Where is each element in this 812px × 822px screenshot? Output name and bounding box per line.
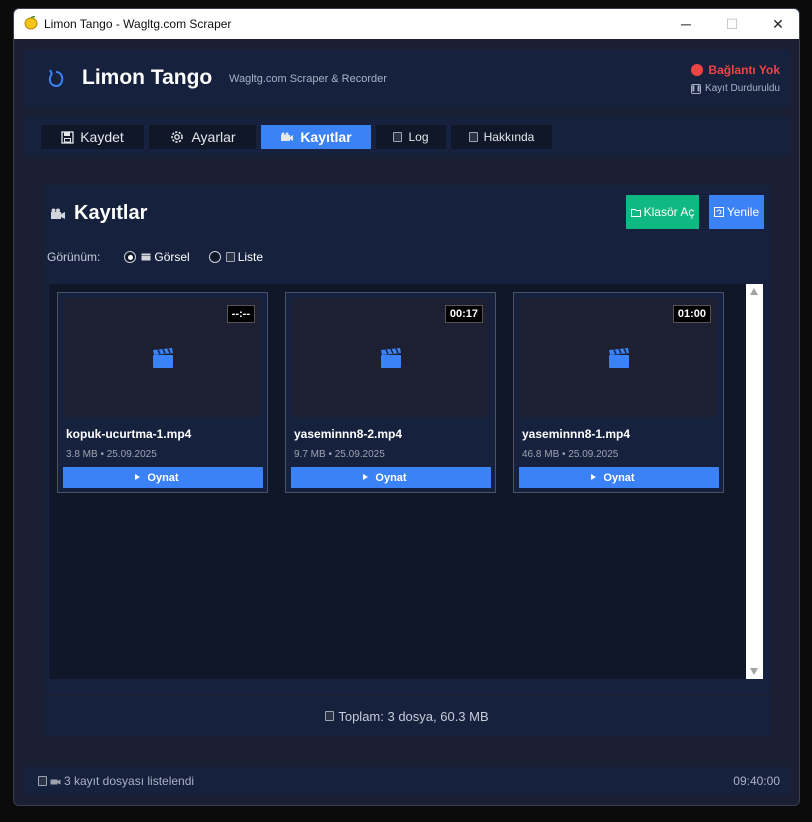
video-camera-icon: [51, 208, 65, 219]
red-dot-icon: [691, 64, 704, 76]
file-name: yaseminnn8-1.mp4: [522, 427, 631, 441]
list-document-icon: [225, 252, 235, 262]
file-meta: 9.7 MB • 25.09.2025: [294, 449, 385, 460]
recording-card[interactable]: 00:17 yaseminnn8-2.mp4 9.7 MB • 25.09.20…: [285, 292, 496, 493]
tab-label: Kayıtlar: [300, 129, 352, 145]
recordings-panel: Kayıtlar Klasör Aç Yenile Görünüm: Görse…: [44, 185, 770, 694]
gear-icon: [171, 131, 184, 143]
video-thumbnail[interactable]: 01:00: [520, 298, 717, 417]
video-camera-icon: [281, 132, 294, 141]
lemon-logo-icon: [48, 69, 64, 87]
duration-badge: 01:00: [672, 305, 711, 323]
connection-status-text: Bağlantı Yok: [708, 63, 780, 77]
file-meta: 46.8 MB • 25.09.2025: [522, 449, 619, 460]
view-option-gorsel[interactable]: Görsel: [124, 250, 190, 264]
app-header: Limon Tango Wagltg.com Scraper & Recorde…: [24, 50, 790, 108]
recording-status-text: Kayıt Durduruldu: [704, 83, 780, 94]
tab-kaydet[interactable]: Kaydet: [41, 125, 144, 149]
status-time: 09:40:00: [733, 774, 780, 788]
connection-status: Bağlantı Yok: [691, 63, 780, 77]
close-button[interactable]: ✕: [755, 9, 799, 39]
play-icon: [591, 474, 596, 480]
tab-label: Ayarlar: [191, 129, 236, 145]
summary-text: Toplam: 3 dosya, 60.3 MB: [338, 708, 489, 724]
clapperboard-icon: [141, 253, 151, 261]
play-button[interactable]: Oynat: [291, 467, 491, 488]
app-subtitle: Wagltg.com Scraper & Recorder: [229, 73, 387, 85]
maximize-icon: ☐: [725, 15, 739, 32]
play-button[interactable]: Oynat: [519, 467, 719, 488]
scroll-up-arrow-icon[interactable]: [750, 288, 758, 295]
open-folder-button[interactable]: Klasör Aç: [626, 195, 699, 229]
tab-ayarlar[interactable]: Ayarlar: [149, 125, 256, 149]
tab-label: Log: [408, 130, 429, 144]
video-camera-icon: [50, 779, 61, 785]
minimize-icon: ─: [681, 16, 691, 32]
status-message: 3 kayıt dosyası listelendi: [64, 774, 195, 788]
tab-label: Kaydet: [80, 129, 124, 145]
radio-gorsel[interactable]: [124, 251, 137, 263]
refresh-button[interactable]: Yenile: [709, 195, 764, 229]
floppy-disk-icon: [61, 130, 74, 144]
recording-card[interactable]: 01:00 yaseminnn8-1.mp4 46.8 MB • 25.09.2…: [513, 292, 724, 493]
open-folder-label: Klasör Aç: [643, 205, 695, 219]
recording-status: ❚❚ Kayıt Durduruldu: [691, 83, 780, 94]
app-window: Limon Tango - Wagltg.com Scraper ─ ☐ ✕ L…: [13, 8, 800, 806]
view-mode-selector: Görünüm: Görsel Liste: [47, 250, 263, 264]
title-bar: Limon Tango - Wagltg.com Scraper ─ ☐ ✕: [14, 9, 799, 39]
recordings-gallery: --:-- kopuk-ucurtma-1.mp4 3.8 MB • 25.09…: [49, 284, 763, 679]
play-label: Oynat: [147, 471, 179, 484]
view-option-liste[interactable]: Liste: [208, 250, 264, 264]
play-button[interactable]: Oynat: [63, 467, 263, 488]
document-icon: [38, 776, 47, 786]
clapperboard-icon: [609, 348, 629, 368]
window-title: Limon Tango - Wagltg.com Scraper: [44, 17, 232, 31]
file-name: kopuk-ucurtma-1.mp4: [66, 427, 192, 441]
play-icon: [135, 474, 140, 480]
play-label: Oynat: [375, 471, 407, 484]
pause-icon: ❚❚: [691, 83, 701, 94]
app-name: Limon Tango: [82, 66, 213, 89]
file-name: yaseminnn8-2.mp4: [294, 427, 403, 441]
minimize-button[interactable]: ─: [663, 9, 709, 39]
duration-badge: --:--: [226, 305, 255, 323]
scroll-down-arrow-icon[interactable]: [750, 668, 758, 675]
tab-log[interactable]: Log: [376, 125, 446, 149]
disk-icon: [325, 711, 335, 721]
page-title: Kayıtlar: [50, 202, 147, 225]
lemon-app-icon: [24, 16, 38, 30]
radio-liste[interactable]: [208, 251, 221, 263]
play-label: Oynat: [603, 471, 635, 484]
summary-bar: Toplam: 3 dosya, 60.3 MB: [44, 696, 770, 736]
duration-badge: 00:17: [444, 305, 483, 323]
video-thumbnail[interactable]: --:--: [64, 298, 261, 417]
clipboard-icon: [468, 132, 478, 142]
refresh-icon: [713, 207, 724, 217]
play-icon: [363, 474, 368, 480]
document-icon: [393, 132, 403, 142]
video-thumbnail[interactable]: 00:17: [292, 298, 489, 417]
maximize-button[interactable]: ☐: [709, 9, 755, 39]
tab-bar: Kaydet Ayarlar Kayıtlar Log Hakkında: [24, 116, 790, 156]
view-label: Görünüm:: [47, 250, 101, 264]
file-meta: 3.8 MB • 25.09.2025: [66, 449, 157, 460]
tab-kayitlar[interactable]: Kayıtlar: [261, 125, 371, 149]
tab-label: Hakkında: [483, 130, 535, 144]
vertical-scrollbar[interactable]: [746, 284, 763, 679]
status-bar: 3 kayıt dosyası listelendi 09:40:00: [24, 767, 790, 795]
recording-card[interactable]: --:-- kopuk-ucurtma-1.mp4 3.8 MB • 25.09…: [57, 292, 268, 493]
refresh-label: Yenile: [726, 205, 760, 219]
tab-hakkinda[interactable]: Hakkında: [451, 125, 552, 149]
view-option-label: Görsel: [154, 250, 190, 264]
page-title-text: Kayıtlar: [74, 202, 148, 224]
folder-icon: [630, 208, 641, 217]
clapperboard-icon: [153, 348, 173, 368]
view-option-label: Liste: [237, 250, 264, 264]
close-icon: ✕: [772, 15, 784, 32]
clapperboard-icon: [381, 348, 401, 368]
